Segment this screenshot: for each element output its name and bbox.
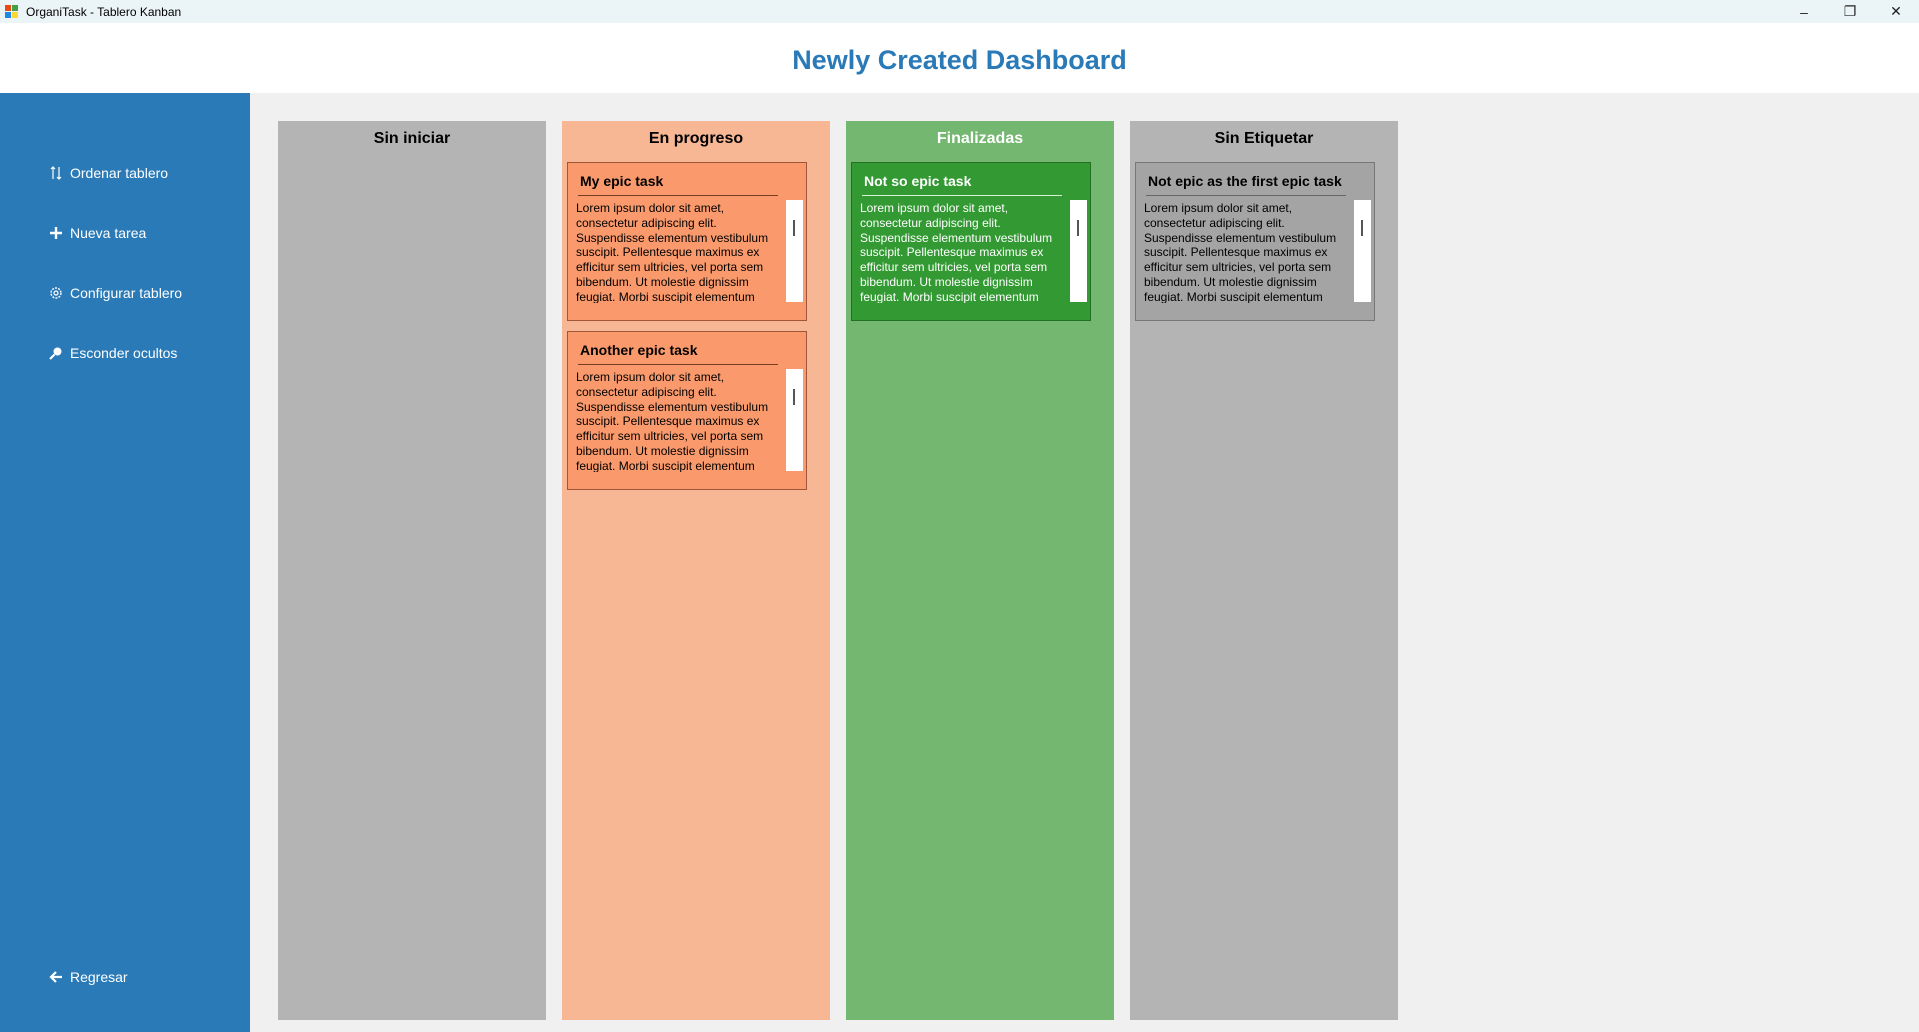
column-en-progreso: En progreso My epic task Lorem ipsum dol… xyxy=(562,121,830,1020)
sort-icon xyxy=(48,165,64,181)
sidebar-back-button[interactable]: Regresar xyxy=(48,966,128,988)
sidebar-item-label: Ordenar tablero xyxy=(70,165,169,181)
card-scrollbar[interactable] xyxy=(786,369,803,471)
sidebar-item-configure-board[interactable]: Configurar tablero xyxy=(48,282,182,304)
scrollbar-thumb[interactable] xyxy=(793,220,795,236)
sidebar-item-label: Nueva tarea xyxy=(70,225,147,241)
task-card[interactable]: Another epic task Lorem ipsum dolor sit … xyxy=(567,331,807,490)
card-divider xyxy=(862,195,1062,196)
column-sin-etiquetar: Sin Etiquetar Not epic as the first epic… xyxy=(1130,121,1398,1020)
restore-button[interactable]: ❐ xyxy=(1827,0,1873,23)
magnifier-icon xyxy=(48,345,64,361)
card-scrollbar[interactable] xyxy=(1070,200,1087,302)
header: Newly Created Dashboard xyxy=(0,23,1919,93)
column-title: En progreso xyxy=(648,130,744,147)
column-title: Sin Etiquetar xyxy=(1214,130,1314,147)
window-controls: – ❐ ✕ xyxy=(1781,0,1919,23)
column-title: Sin iniciar xyxy=(373,130,451,147)
column-title: Finalizadas xyxy=(936,130,1024,147)
card-description: Lorem ipsum dolor sit amet, consectetur … xyxy=(576,370,769,472)
sidebar-item-new-task[interactable]: Nueva tarea xyxy=(48,222,146,244)
column-finalizadas: Finalizadas Not so epic task Lorem ipsum… xyxy=(846,121,1114,1020)
card-description: Lorem ipsum dolor sit amet, consectetur … xyxy=(576,201,769,303)
sidebar: Ordenar tablero Nueva tarea Configurar t… xyxy=(0,93,250,1032)
card-divider xyxy=(578,195,778,196)
card-description: Lorem ipsum dolor sit amet, consectetur … xyxy=(1144,201,1337,303)
column-sin-iniciar: Sin iniciar xyxy=(278,121,546,1020)
card-title: Another epic task xyxy=(580,342,698,358)
minimize-button[interactable]: – xyxy=(1781,0,1827,23)
sidebar-item-sort-board[interactable]: Ordenar tablero xyxy=(48,162,168,184)
card-scrollbar[interactable] xyxy=(786,200,803,302)
task-card[interactable]: Not epic as the first epic task Lorem ip… xyxy=(1135,162,1375,321)
sidebar-item-label: Regresar xyxy=(70,969,128,985)
window-title: OrganiTask - Tablero Kanban xyxy=(26,4,182,19)
card-description: Lorem ipsum dolor sit amet, consectetur … xyxy=(860,201,1053,303)
plus-icon xyxy=(48,225,64,241)
card-title: Not epic as the first epic task xyxy=(1148,173,1342,189)
page-title: Newly Created Dashboard xyxy=(792,44,1127,75)
close-button[interactable]: ✕ xyxy=(1873,0,1919,23)
task-card[interactable]: Not so epic task Lorem ipsum dolor sit a… xyxy=(851,162,1091,321)
card-divider xyxy=(578,364,778,365)
scrollbar-thumb[interactable] xyxy=(1361,220,1363,236)
card-title: Not so epic task xyxy=(864,173,972,189)
task-card[interactable]: My epic task Lorem ipsum dolor sit amet,… xyxy=(567,162,807,321)
card-title: My epic task xyxy=(580,173,664,189)
kanban-board: Sin iniciar En progreso My epic task Lor… xyxy=(250,93,1919,1032)
card-scrollbar[interactable] xyxy=(1354,200,1371,302)
sidebar-item-label: Configurar tablero xyxy=(70,285,183,301)
gear-icon xyxy=(48,285,64,301)
sidebar-item-hide-hidden[interactable]: Esconder ocultos xyxy=(48,342,177,364)
scrollbar-thumb[interactable] xyxy=(793,389,795,405)
app-logo-icon xyxy=(5,4,19,19)
sidebar-item-label: Esconder ocultos xyxy=(70,345,178,361)
window-title-bar: OrganiTask - Tablero Kanban – ❐ ✕ xyxy=(0,0,1919,23)
arrow-left-icon xyxy=(48,969,64,985)
card-divider xyxy=(1146,195,1346,196)
scrollbar-thumb[interactable] xyxy=(1077,220,1079,236)
